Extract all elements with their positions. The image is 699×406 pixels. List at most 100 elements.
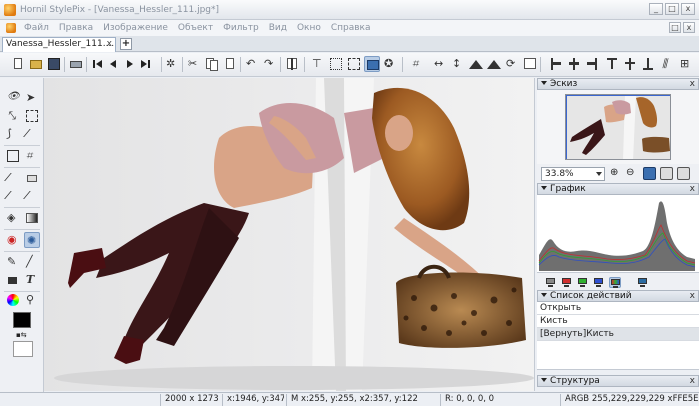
menu-help[interactable]: Справка [326,23,376,33]
menu-file[interactable]: Файл [19,23,54,33]
foreground-color-swatch[interactable] [13,312,31,328]
flip-horizontal-icon[interactable]: ↔ [432,56,448,72]
menu-object[interactable]: Объект [173,23,218,33]
minimize-button[interactable]: _ [649,3,663,15]
background-color-swatch[interactable] [13,341,33,357]
stamp-icon[interactable]: ✪ [382,56,398,72]
arrange-icon[interactable]: ⊞ [678,56,694,72]
pointer-tool-icon[interactable]: ➤ [24,90,40,106]
color-picker-icon[interactable] [5,292,21,308]
brush-tool-icon[interactable]: ⁄ [5,170,21,186]
pen-tool-icon[interactable]: ✎ [5,254,21,270]
distribute-icon[interactable]: ⫼ [660,56,676,72]
cut-icon[interactable]: ✂ [186,56,202,72]
zoom-in-icon[interactable]: ⊕ [610,167,623,180]
histogram-panel-header[interactable]: График x [537,183,699,195]
collapse-icon[interactable] [541,378,547,382]
menu-image[interactable]: Изображение [98,23,173,33]
align-left-icon[interactable] [548,56,564,72]
first-image-icon[interactable] [90,56,106,72]
swap-colors-icon[interactable]: ▪⇆ [16,331,30,339]
fit-window-icon[interactable] [643,167,656,180]
rotate-right-icon[interactable] [486,56,502,72]
magic-wand-tool-icon[interactable]: ⁄ [24,126,40,142]
align-bottom-icon[interactable] [640,56,656,72]
panel-close-icon[interactable]: x [690,376,695,386]
redo-icon[interactable]: ↷ [262,56,278,72]
close-image-icon[interactable] [144,56,160,72]
settings-gear-icon[interactable]: ✲ [164,56,180,72]
doc-restore-button[interactable]: □ [669,22,681,33]
actions-panel-header[interactable]: Список действий x [537,290,699,302]
channel-all-icon[interactable] [545,277,557,288]
channel-blue-icon[interactable] [593,277,605,288]
lasso-tool-icon[interactable]: ⟆ [5,126,21,142]
panel-close-icon[interactable]: x [690,184,695,194]
red-eye-tool-icon[interactable]: ◉ [5,232,21,248]
fill-tool-icon[interactable]: ◈ [5,210,21,226]
guides-icon[interactable] [346,56,362,72]
close-button[interactable]: x [681,3,695,15]
hand-tool-icon[interactable]: 👁 [5,90,21,106]
align-middle-icon[interactable] [622,56,638,72]
rotate-left-icon[interactable] [468,56,484,72]
collapse-icon[interactable] [541,186,547,190]
blur-tool-icon[interactable]: ✺ [24,232,40,248]
frame-tool-icon[interactable] [5,148,21,164]
structure-panel-header[interactable]: Структура x [537,375,699,387]
move-tool-icon[interactable]: ⤡ [5,108,21,124]
list-item[interactable]: [Вернуть]Кисть [537,328,699,341]
resize-icon[interactable] [522,56,538,72]
maximize-button[interactable]: □ [665,3,679,15]
open-folder-icon[interactable] [28,56,44,72]
panel-close-icon[interactable]: x [690,291,695,301]
zoom-out-icon[interactable]: ⊖ [626,167,639,180]
shape-tool-icon[interactable] [5,272,21,288]
tab-close-icon[interactable]: x [107,39,112,49]
crop-icon[interactable]: ⌗ [410,56,426,72]
list-item[interactable]: Открыть [537,302,699,315]
list-item[interactable]: Кисть [537,315,699,328]
align-center-icon[interactable] [566,56,582,72]
align-top-icon[interactable] [604,56,620,72]
new-tab-button[interactable]: + [120,38,132,50]
gradient-tool-icon[interactable] [24,210,40,226]
eraser-tool-icon[interactable] [24,170,40,186]
doc-close-button[interactable]: x [683,22,695,33]
fullscreen-icon[interactable] [677,167,690,180]
image-canvas[interactable] [44,78,535,391]
save-icon[interactable] [46,56,62,72]
rect-select-tool-icon[interactable] [24,108,40,124]
document-menu-icon[interactable] [6,23,16,33]
snap-icon[interactable] [364,56,380,72]
undo-icon[interactable]: ↶ [244,56,260,72]
line-tool-icon[interactable]: ╱ [24,254,40,270]
text-tool-icon[interactable]: T [24,272,40,288]
print-icon[interactable] [68,56,84,72]
panel-close-icon[interactable]: x [690,79,695,89]
menu-filter[interactable]: Фильтр [218,23,264,33]
zoom-level-select[interactable]: 33.8% [541,167,605,181]
tab-document[interactable]: Vanessa_Hessler_111.... x [2,37,116,52]
menu-edit[interactable]: Правка [54,23,98,33]
eyedropper-tool-icon[interactable]: ⁄ [5,188,21,204]
new-file-icon[interactable] [10,56,26,72]
menu-window[interactable]: Окно [292,23,326,33]
next-image-icon[interactable] [122,56,138,72]
rotate-icon[interactable]: ⟳ [504,56,520,72]
align-right-icon[interactable] [584,56,600,72]
collapse-icon[interactable] [541,81,547,85]
crop-tool-icon[interactable]: ⌗ [24,148,40,164]
previous-image-icon[interactable] [106,56,122,72]
thumbnail-panel-header[interactable]: Эскиз x [537,78,699,90]
clone-tool-icon[interactable]: ⁄ [24,188,40,204]
paste-icon[interactable] [222,56,238,72]
flip-vertical-icon[interactable]: ↕ [450,56,466,72]
grid-icon[interactable] [328,56,344,72]
menu-view[interactable]: Вид [264,23,292,33]
copy-icon[interactable] [204,56,220,72]
channel-green-icon[interactable] [577,277,589,288]
zoom-tool-icon[interactable]: ⚲ [24,292,40,308]
channel-luminance-icon[interactable] [637,277,649,288]
actual-size-icon[interactable] [660,167,673,180]
